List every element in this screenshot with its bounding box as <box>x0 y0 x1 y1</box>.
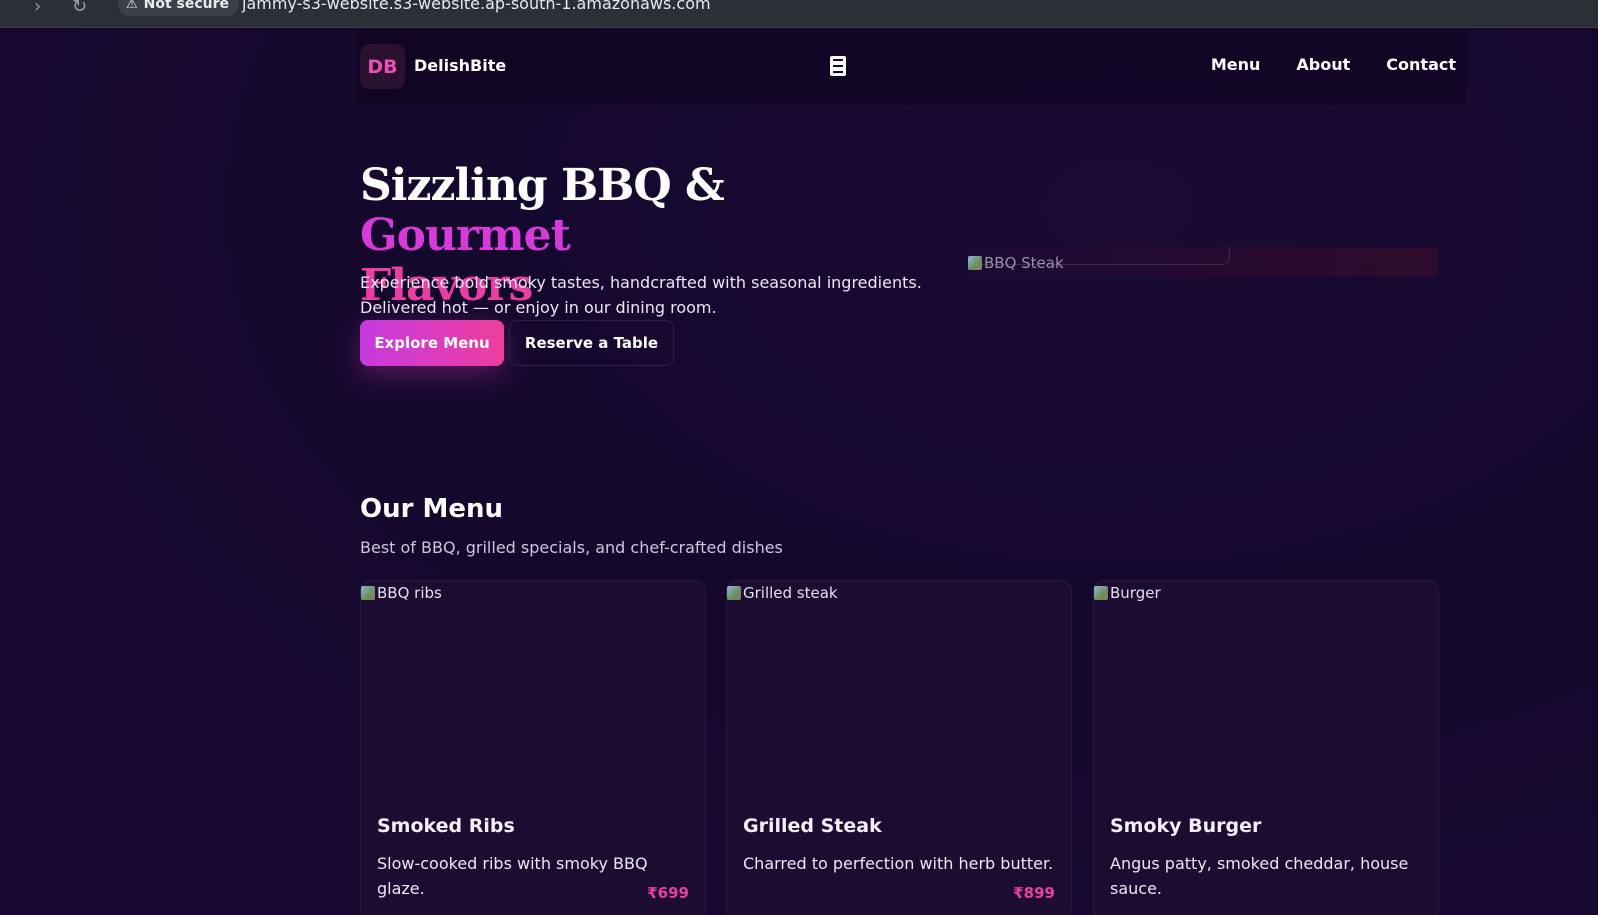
hero-image-alt: BBQ Steak <box>984 254 1064 272</box>
security-chip[interactable]: ⚠ Not secure <box>118 0 240 16</box>
forward-icon[interactable]: › <box>34 0 41 17</box>
address-bar[interactable]: jammy-s3-website.s3-website.ap-south-1.a… <box>242 0 711 13</box>
hero-subtitle: Experience bold smoky tastes, handcrafte… <box>360 270 960 320</box>
nav-link-menu[interactable]: Menu <box>1211 55 1261 74</box>
menu-card-image-alt: Burger <box>1110 584 1161 602</box>
menu-card-image-alt: BBQ ribs <box>377 584 442 602</box>
menu-card[interactable]: Grilled steak Grilled Steak Charred to p… <box>726 580 1072 915</box>
broken-image-icon <box>361 586 375 600</box>
menu-card-description: Charred to perfection with herb butter. <box>743 854 1054 873</box>
hero-title-part2: Gourmet <box>360 210 571 261</box>
warning-triangle-icon: ⚠ <box>126 0 138 12</box>
menu-card-name: Smoked Ribs <box>377 815 515 837</box>
menu-card-image: Grilled steak <box>727 584 838 602</box>
menu-card-image: BBQ ribs <box>361 584 442 602</box>
page: DB DelishBite Menu About Contact Sizzlin… <box>0 29 1598 915</box>
broken-image-icon <box>968 256 982 270</box>
site-header: DB DelishBite Menu About Contact <box>358 29 1466 105</box>
browser-toolbar: › ↻ ⚠ Not secure jammy-s3-website.s3-web… <box>0 0 1598 28</box>
main-nav: Menu About Contact <box>1211 55 1456 74</box>
hero-subtitle-line1: Experience bold smoky tastes, handcrafte… <box>360 273 922 292</box>
hero-title-amp: & <box>685 160 725 211</box>
security-label: Not secure <box>143 0 230 12</box>
menu-card[interactable]: Burger Smoky Burger Angus patty, smoked … <box>1093 580 1439 915</box>
explore-menu-button[interactable]: Explore Menu <box>360 320 504 366</box>
reload-icon[interactable]: ↻ <box>72 0 87 17</box>
menu-card-image-alt: Grilled steak <box>743 584 838 602</box>
reserve-table-button[interactable]: Reserve a Table <box>509 320 674 366</box>
hero-title-part1: Sizzling BBQ <box>360 160 672 211</box>
logo-badge[interactable]: DB <box>360 44 405 89</box>
hero-image: BBQ Steak <box>968 254 1064 272</box>
menu-section-title: Our Menu <box>360 494 504 524</box>
menu-card-price: ₹699 <box>647 884 689 902</box>
broken-image-icon <box>1094 586 1108 600</box>
hero-subtitle-line2: Delivered hot — or enjoy in our dining r… <box>360 298 717 317</box>
menu-card-image: Burger <box>1094 584 1161 602</box>
menu-section-subtitle: Best of BBQ, grilled specials, and chef-… <box>360 538 783 557</box>
menu-card-name: Smoky Burger <box>1110 815 1262 837</box>
nav-link-about[interactable]: About <box>1296 55 1350 74</box>
menu-card-description: Angus patty, smoked cheddar, house sauce… <box>1110 854 1409 898</box>
broken-image-icon <box>727 586 741 600</box>
menu-card[interactable]: BBQ ribs Smoked Ribs Slow-cooked ribs wi… <box>360 580 706 915</box>
menu-card-price: ₹899 <box>1013 884 1055 902</box>
nav-link-contact[interactable]: Contact <box>1386 55 1456 74</box>
brand-name[interactable]: DelishBite <box>414 56 506 75</box>
hamburger-icon[interactable] <box>830 56 846 76</box>
menu-card-name: Grilled Steak <box>743 815 882 837</box>
